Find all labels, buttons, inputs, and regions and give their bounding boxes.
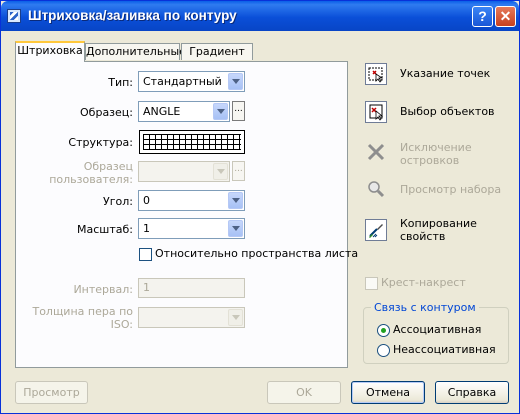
spacing-label: Интервал: [73, 283, 133, 296]
brush-icon [369, 224, 383, 238]
chevron-down-icon[interactable] [228, 220, 243, 237]
double-hatch-checkbox[interactable] [365, 277, 378, 290]
magnifier-icon [368, 181, 385, 198]
angle-value: 0 [143, 194, 150, 207]
custom-pattern-label-2: пользователя: [49, 173, 133, 186]
title-bar[interactable]: Штриховка/заливка по контуру ? ✕ [1, 1, 519, 31]
view-selections-label: Просмотр набора [400, 183, 502, 196]
pick-points-label[interactable]: Указание точек [400, 67, 490, 81]
pattern-select[interactable]: ANGLE [138, 101, 230, 122]
pattern-swatch[interactable] [139, 130, 245, 154]
inherit-properties-button[interactable] [365, 219, 387, 241]
inherit-properties-label-2[interactable]: свойств [400, 230, 445, 244]
tab-gradient[interactable]: Градиент [181, 43, 253, 60]
scale-label: Масштаб: [77, 223, 133, 236]
custom-pattern-label-1: Образец [83, 160, 133, 173]
close-icon[interactable]: ✕ [495, 6, 516, 27]
tab-advanced[interactable]: Дополнительные [85, 43, 186, 60]
chevron-down-icon[interactable] [228, 73, 243, 90]
view-selections-button[interactable] [365, 178, 387, 200]
preview-button[interactable]: Просмотр [15, 381, 88, 404]
associative-radio[interactable] [377, 324, 390, 337]
iso-pen-label-1: Толщина пера по [32, 305, 133, 318]
type-label: Тип: [108, 76, 133, 89]
custom-pattern-browse-button: ... [232, 161, 245, 181]
nonassociative-radio[interactable] [377, 344, 390, 357]
pattern-browse-button[interactable]: ... [232, 101, 245, 121]
cancel-button[interactable]: Отмена [351, 381, 425, 404]
iso-pen-label-2: ISO: [110, 318, 133, 331]
relative-paper-space-checkbox[interactable] [139, 248, 152, 261]
type-select[interactable]: Стандартный [138, 71, 245, 92]
spacing-input[interactable]: 1 [138, 278, 245, 298]
tab-hatch[interactable]: Штриховка [15, 41, 85, 62]
chevron-down-icon [213, 163, 228, 180]
select-objects-icon [369, 104, 384, 121]
select-objects-button[interactable] [365, 101, 387, 123]
hatch-dialog: Штриховка/заливка по контуру ? ✕ Штрихов… [0, 0, 520, 414]
window-title: Штриховка/заливка по контуру [28, 8, 237, 23]
help-icon[interactable]: ? [472, 6, 493, 27]
ok-button[interactable]: OK [267, 381, 341, 404]
chevron-down-icon [228, 309, 243, 326]
composition-title: Связь с контуром [371, 301, 479, 314]
nonassociative-label[interactable]: Неассоциативная [393, 343, 496, 357]
pick-points-icon [368, 67, 384, 83]
relative-paper-space-label: Относительно пространства листа [155, 247, 359, 260]
pattern-value: ANGLE [143, 105, 181, 118]
swatch-preview [143, 134, 241, 150]
inherit-properties-label-1[interactable]: Копирование [400, 217, 477, 231]
associative-label[interactable]: Ассоциативная [393, 323, 481, 337]
type-value: Стандартный [143, 75, 222, 88]
hatch-app-icon [7, 9, 21, 23]
remove-islands-icon [367, 143, 385, 161]
swatch-label: Структура: [68, 136, 133, 149]
pattern-label: Образец: [80, 106, 133, 119]
angle-label: Угол: [103, 195, 133, 208]
remove-islands-button[interactable] [365, 141, 387, 163]
select-objects-label[interactable]: Выбор объектов [400, 105, 495, 119]
iso-pen-select[interactable] [138, 307, 245, 328]
angle-select[interactable]: 0 [138, 190, 245, 211]
scale-value: 1 [143, 222, 150, 235]
pick-points-button[interactable] [365, 63, 387, 85]
chevron-down-icon[interactable] [228, 192, 243, 209]
scale-select[interactable]: 1 [138, 218, 245, 239]
chevron-down-icon[interactable] [213, 103, 228, 120]
double-hatch-label: Крест-накрест [381, 276, 466, 289]
custom-pattern-select[interactable] [138, 161, 230, 182]
help-button[interactable]: Справка [435, 381, 509, 404]
remove-islands-label-1: Исключение [400, 141, 472, 154]
remove-islands-label-2: островков [400, 154, 460, 167]
